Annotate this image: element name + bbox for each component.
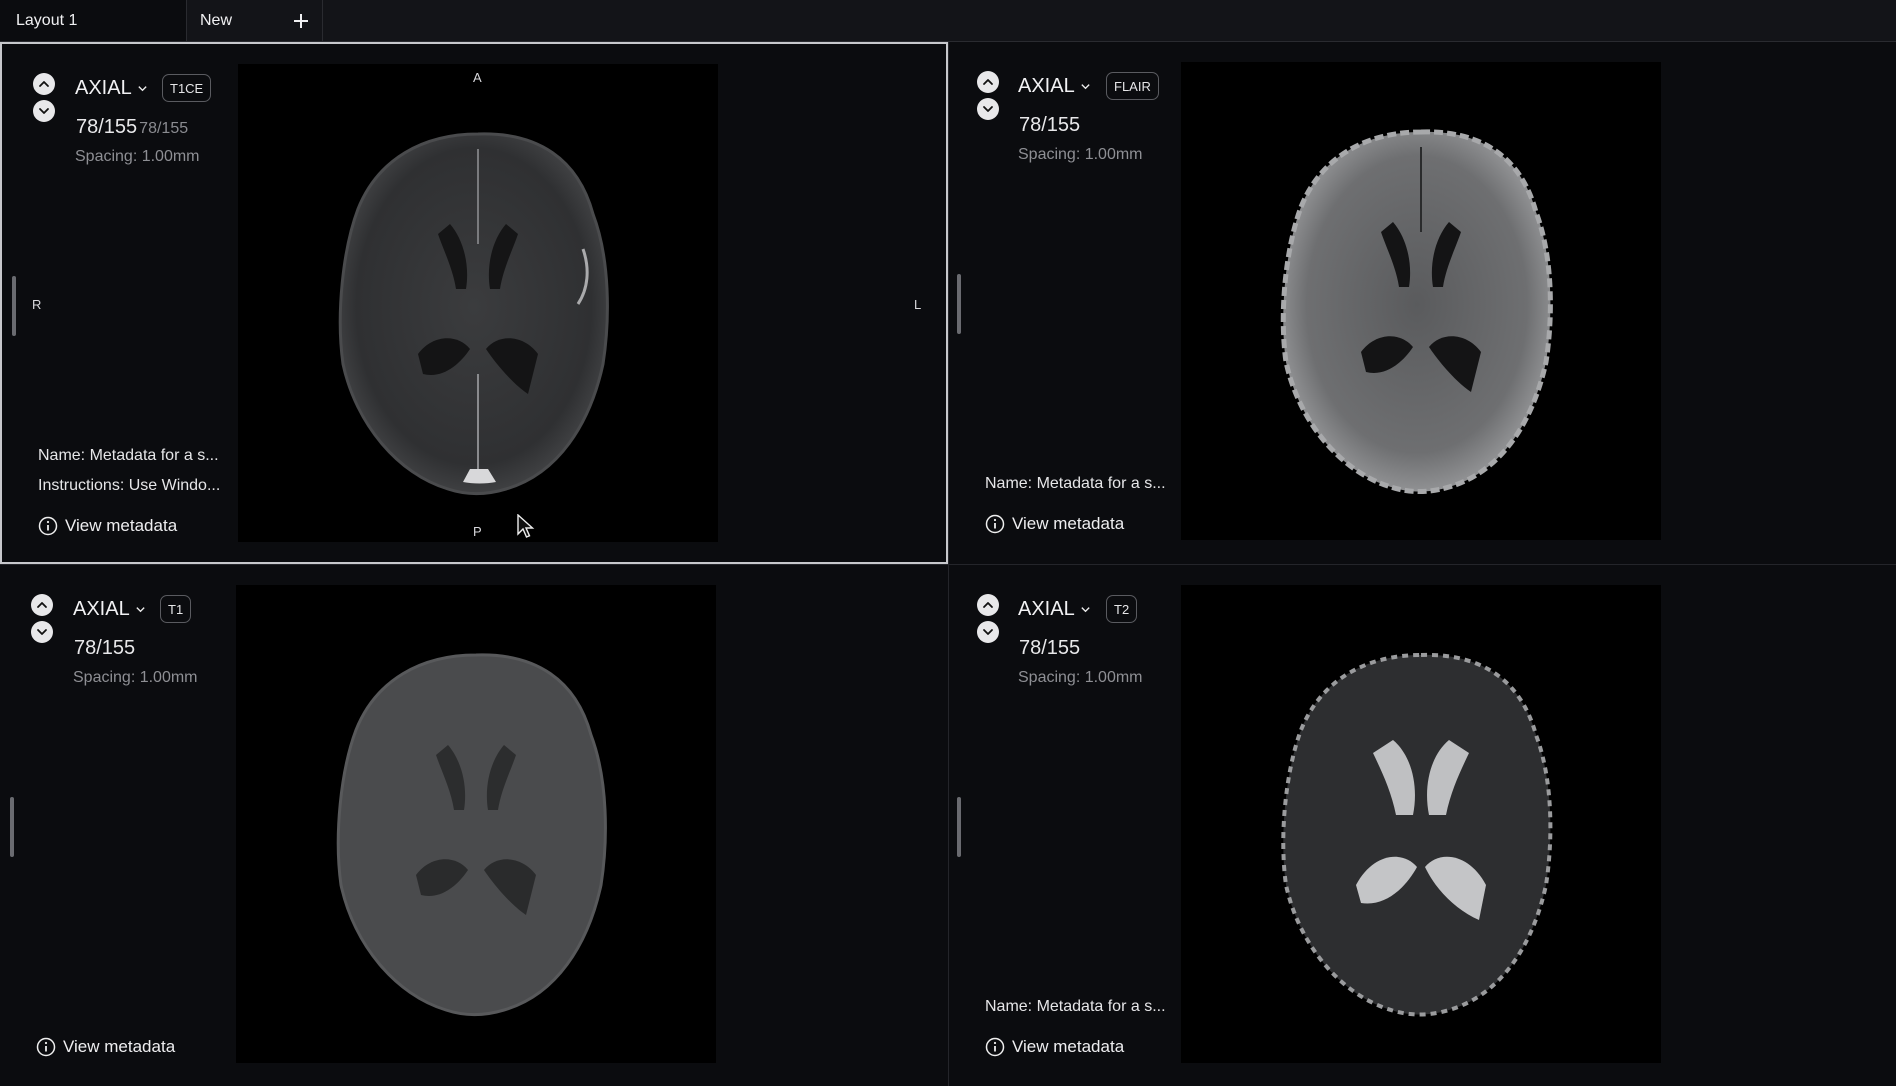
mouse-pointer-icon (517, 514, 535, 538)
chevron-down-icon (138, 85, 147, 91)
slice-value: 78/155 (76, 116, 138, 138)
slice-up-button[interactable] (33, 73, 55, 95)
metadata-name: Name: Metadata for a s... (985, 998, 1166, 1015)
app-root: Layout 1 New AXIAL T1CE 78/155 78/155 Sp… (0, 0, 1896, 1086)
series-label: FLAIR (1114, 78, 1151, 94)
pane-resize-handle[interactable] (12, 276, 16, 336)
chevron-up-icon (983, 602, 993, 608)
image-viewport[interactable] (1181, 585, 1661, 1063)
view-metadata-label: View metadata (1012, 1037, 1125, 1056)
slice-down-button[interactable] (977, 98, 999, 120)
viewport-pane-flair[interactable]: AXIAL FLAIR 78/155 Spacing: 1.00mm Name:… (949, 42, 1896, 564)
viewport-pane-t2[interactable]: AXIAL T2 78/155 Spacing: 1.00mm Name: Me… (949, 565, 1896, 1086)
image-viewport[interactable] (236, 585, 716, 1063)
chevron-down-icon (136, 606, 145, 612)
plane-dropdown[interactable]: AXIAL (73, 595, 146, 623)
plane-dropdown[interactable]: AXIAL (75, 74, 148, 102)
plane-dropdown[interactable]: AXIAL (1018, 595, 1091, 623)
pane-resize-handle[interactable] (10, 797, 14, 857)
view-metadata-button[interactable]: View metadata (985, 514, 1124, 534)
orientation-bottom: P (473, 524, 482, 539)
view-metadata-label: View metadata (65, 516, 178, 535)
chevron-up-icon (983, 79, 993, 85)
slice-down-button[interactable] (977, 621, 999, 643)
series-badge[interactable]: T1CE (162, 74, 212, 102)
slice-down-button[interactable] (33, 100, 55, 122)
slice-value: 78/155 (74, 637, 136, 659)
tab-layout-1[interactable]: Layout 1 (0, 0, 187, 41)
series-label: T1 (168, 601, 184, 617)
plane-label: AXIAL (73, 597, 130, 620)
image-viewport[interactable] (238, 64, 718, 542)
series-label: T2 (1114, 601, 1130, 617)
brain-scan-t1ce (338, 132, 609, 495)
chevron-down-icon (983, 106, 993, 112)
orientation-top: A (473, 70, 482, 85)
brain-scan-t2 (1281, 652, 1553, 1017)
view-metadata-button[interactable]: View metadata (38, 516, 177, 536)
spacing-label: Spacing: 1.00mm (1018, 669, 1143, 686)
slice-up-button[interactable] (31, 594, 53, 616)
image-viewport[interactable] (1181, 62, 1661, 540)
info-icon (985, 514, 1005, 534)
pane-resize-handle[interactable] (957, 797, 961, 857)
chevron-up-icon (39, 81, 49, 87)
viewport-pane-t1[interactable]: AXIAL T1 78/155 Spacing: 1.00mm View met… (0, 565, 948, 1086)
plane-dropdown[interactable]: AXIAL (1018, 72, 1091, 100)
view-metadata-button[interactable]: View metadata (36, 1037, 175, 1057)
plus-icon[interactable] (290, 10, 312, 32)
viewport-grid: AXIAL T1CE 78/155 78/155 Spacing: 1.00mm (0, 42, 1896, 1086)
info-icon (36, 1037, 56, 1057)
slice-down-button[interactable] (31, 621, 53, 643)
spacing-label: Spacing: 1.00mm (73, 669, 198, 686)
chevron-down-icon (983, 629, 993, 635)
tab-label: New (200, 11, 233, 29)
viewport-pane-t1ce[interactable]: AXIAL T1CE 78/155 78/155 Spacing: 1.00mm (0, 42, 948, 564)
pane-resize-handle[interactable] (957, 274, 961, 334)
chevron-up-icon (37, 602, 47, 608)
slice-counter: 78/155 78/155 (76, 116, 188, 139)
slice-up-button[interactable] (977, 71, 999, 93)
spacing-label: Spacing: 1.00mm (1018, 146, 1143, 163)
slice-value: 78/155 (1019, 114, 1081, 136)
spacing-label: Spacing: 1.00mm (75, 148, 200, 165)
chevron-down-icon (1081, 606, 1090, 612)
chevron-down-icon (37, 629, 47, 635)
series-label: T1CE (170, 80, 204, 96)
orientation-right: L (914, 297, 922, 312)
slice-up-button[interactable] (977, 594, 999, 616)
info-icon (38, 516, 58, 536)
slice-counter: 78/155 (1019, 637, 1080, 660)
metadata-instructions: Instructions: Use Windo... (38, 477, 221, 494)
tab-label: Layout 1 (16, 11, 78, 29)
brain-scan-t1 (336, 653, 607, 1016)
orientation-left: R (32, 297, 42, 312)
chevron-down-icon (39, 108, 49, 114)
series-badge[interactable]: T2 (1106, 595, 1138, 623)
series-badge[interactable]: T1 (160, 595, 192, 623)
metadata-name: Name: Metadata for a s... (38, 447, 219, 464)
brain-scan-flair (1280, 129, 1553, 494)
slice-value: 78/155 (1019, 637, 1081, 659)
layout-tab-bar: Layout 1 New (0, 0, 1896, 42)
chevron-down-icon (1081, 83, 1090, 89)
slice-counter: 78/155 (74, 637, 135, 660)
view-metadata-label: View metadata (1012, 514, 1125, 533)
plane-label: AXIAL (1018, 74, 1075, 97)
slice-counter: 78/155 (1019, 114, 1080, 137)
plane-label: AXIAL (1018, 597, 1075, 620)
series-badge[interactable]: FLAIR (1106, 72, 1159, 100)
slice-value-secondary: 78/155 (139, 120, 189, 137)
view-metadata-label: View metadata (63, 1037, 176, 1056)
info-icon (985, 1037, 1005, 1057)
plane-label: AXIAL (75, 76, 132, 99)
view-metadata-button[interactable]: View metadata (985, 1037, 1124, 1057)
metadata-name: Name: Metadata for a s... (985, 475, 1166, 492)
